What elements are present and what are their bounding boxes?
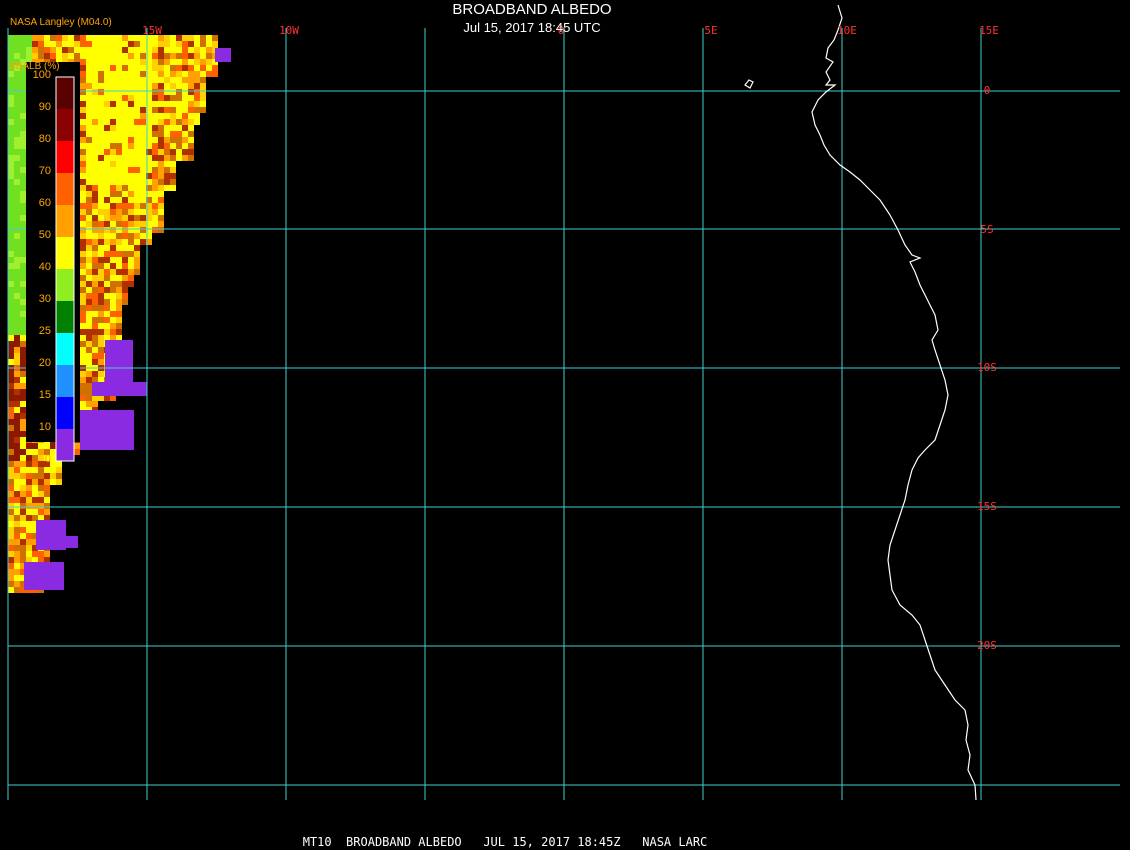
colorbar-tick-label: 70: [38, 165, 51, 177]
coastline: [811, 4, 977, 801]
colorbar-swatch: [56, 269, 74, 301]
colorbar-swatch: [56, 365, 74, 397]
colorbar-swatch: [56, 205, 74, 237]
colorbar-tick-label: 20: [38, 357, 51, 369]
colorbar-swatch: [56, 77, 74, 109]
colorbar-tick-label: 25: [38, 325, 51, 337]
colorbar-tick-label: 60: [38, 197, 51, 209]
colorbar-tick-label: 15: [38, 389, 51, 401]
colorbar-swatch: [56, 173, 74, 205]
credit-label: NASA Langley (M04.0): [10, 17, 112, 28]
colorbar-swatch: [56, 333, 74, 365]
low-albedo-region: [24, 562, 64, 590]
low-albedo-region: [105, 340, 133, 385]
colorbar-swatch: [56, 397, 74, 429]
colorbar-swatch: [56, 429, 74, 461]
albedo-map: 15W 10W 0 5E 10E 15E05S10S15S20S: [7, 4, 1120, 801]
lat-label: 0: [984, 84, 991, 97]
colorbar-tick-label: 80: [38, 133, 51, 145]
low-albedo-region: [215, 48, 231, 62]
colorbar-swatch: [56, 301, 74, 333]
lat-label: 15S: [977, 500, 997, 513]
low-albedo-region: [92, 382, 147, 396]
colorbar-tick-label: 0: [44, 453, 51, 465]
footer-caption: MT10 BROADBAND ALBEDO JUL 15, 2017 18:45…: [302, 835, 708, 849]
low-albedo-region: [80, 410, 134, 450]
colorbar-tick-label: 30: [38, 293, 51, 305]
colorbar-swatch: [56, 109, 74, 141]
colorbar-tick-label: 100: [32, 69, 51, 81]
lat-label: 20S: [977, 639, 997, 652]
colorbar-tick-label: 90: [38, 101, 51, 113]
island-outline: [744, 79, 754, 89]
lat-label: 10S: [977, 361, 997, 374]
map-timestamp: Jul 15, 2017 18:45 UTC: [463, 20, 601, 35]
map-title: BROADBAND ALBEDO: [452, 1, 612, 18]
colorbar-tick-label: 50: [38, 229, 51, 241]
lat-label: 5S: [980, 223, 993, 236]
colorbar-swatch: [56, 237, 74, 269]
colorbar-tick-label: 10: [38, 421, 51, 433]
colorbar-swatch: [56, 141, 74, 173]
grid-labels: 15W 10W 0 5E 10E 15E05S10S15S20S: [142, 24, 999, 652]
colorbar-tick-label: 40: [38, 261, 51, 273]
low-albedo-region: [36, 536, 78, 548]
